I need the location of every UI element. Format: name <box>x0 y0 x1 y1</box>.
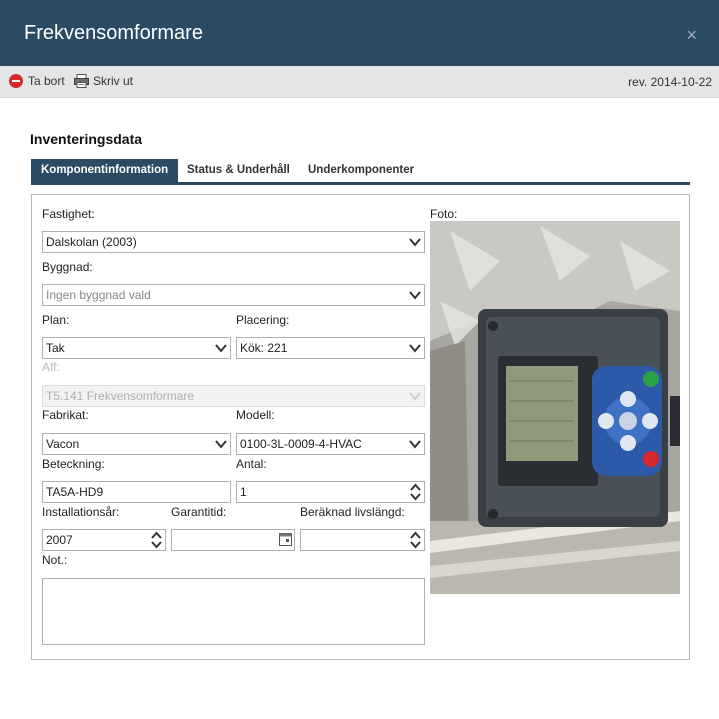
chevron-down-icon <box>409 344 421 353</box>
chevron-down-icon <box>215 344 227 353</box>
print-label: Skriv ut <box>93 74 134 88</box>
byggnad-label: Byggnad: <box>42 260 93 274</box>
aff-label: Aff: <box>42 360 60 374</box>
beteckning-value: TA5A-HD9 <box>46 485 104 499</box>
revision-date: rev. 2014-10-22 <box>628 75 712 89</box>
byggnad-select[interactable]: Ingen byggnad vald <box>42 284 425 306</box>
foto-label: Foto: <box>430 207 458 221</box>
modell-value: 0100-3L-0009-4-HVAC <box>240 437 362 451</box>
aff-value: T5.141 Frekvensomformare <box>46 389 195 403</box>
component-photo <box>430 221 680 594</box>
tab-bar: Komponentinformation Status & Underhåll … <box>31 159 690 185</box>
delete-button[interactable]: Ta bort <box>9 74 65 88</box>
plan-label: Plan: <box>42 313 70 327</box>
minus-circle-icon <box>9 74 23 88</box>
not-label: Not.: <box>42 553 68 567</box>
livslangd-label: Beräknad livslängd: <box>300 505 405 519</box>
tab-komponentinformation[interactable]: Komponentinformation <box>31 159 179 182</box>
placering-value: Kök: 221 <box>240 341 288 355</box>
fabrikat-select[interactable]: Vacon <box>42 433 231 455</box>
beteckning-label: Beteckning: <box>42 457 105 471</box>
byggnad-placeholder: Ingen byggnad vald <box>46 288 151 302</box>
antal-stepper[interactable]: 1 <box>236 481 425 503</box>
form-panel: Fastighet: Dalskolan (2003) Byggnad: Ing… <box>31 194 690 660</box>
antal-value: 1 <box>240 485 247 499</box>
dialog-header: Frekvensomformare × <box>0 0 719 66</box>
chevron-down-icon <box>409 238 421 247</box>
chevron-down-icon <box>409 440 421 449</box>
garantitid-input[interactable] <box>171 529 295 551</box>
print-button[interactable]: Skriv ut <box>74 74 133 88</box>
not-textarea[interactable] <box>42 578 425 645</box>
spinner-arrows-icon[interactable] <box>407 482 424 502</box>
fastighet-value: Dalskolan (2003) <box>46 235 137 249</box>
close-icon[interactable]: × <box>686 26 697 44</box>
tab-underkomponenter[interactable]: Underkomponenter <box>298 159 424 182</box>
antal-label: Antal: <box>236 457 267 471</box>
chevron-down-icon <box>215 440 227 449</box>
modell-select[interactable]: 0100-3L-0009-4-HVAC <box>236 433 425 455</box>
modell-label: Modell: <box>236 408 275 422</box>
dialog-title: Frekvensomformare <box>24 22 203 44</box>
garantitid-label: Garantitid: <box>171 505 227 519</box>
toolbar: Ta bort Skriv ut rev. 2014-10-22 <box>0 66 719 98</box>
spinner-arrows-icon[interactable] <box>148 530 165 550</box>
delete-label: Ta bort <box>28 74 65 88</box>
placering-label: Placering: <box>236 313 290 327</box>
placering-select[interactable]: Kök: 221 <box>236 337 425 359</box>
section-title: Inventeringsdata <box>30 131 143 147</box>
spinner-arrows-icon[interactable] <box>407 530 424 550</box>
aff-select: T5.141 Frekvensomformare <box>42 385 425 407</box>
installationsar-value: 2007 <box>46 533 73 547</box>
plan-select[interactable]: Tak <box>42 337 231 359</box>
calendar-icon[interactable] <box>279 533 292 546</box>
tab-status-underhall[interactable]: Status & Underhåll <box>177 159 300 182</box>
installationsar-label: Installationsår: <box>42 505 120 519</box>
printer-icon <box>74 74 89 88</box>
chevron-down-icon <box>409 392 421 401</box>
installationsar-stepper[interactable]: 2007 <box>42 529 166 551</box>
chevron-down-icon <box>409 291 421 300</box>
fastighet-select[interactable]: Dalskolan (2003) <box>42 231 425 253</box>
fabrikat-label: Fabrikat: <box>42 408 89 422</box>
livslangd-stepper[interactable] <box>300 529 425 551</box>
fabrikat-value: Vacon <box>46 437 80 451</box>
beteckning-input[interactable]: TA5A-HD9 <box>42 481 231 503</box>
fastighet-label: Fastighet: <box>42 207 95 221</box>
plan-value: Tak <box>46 341 65 355</box>
